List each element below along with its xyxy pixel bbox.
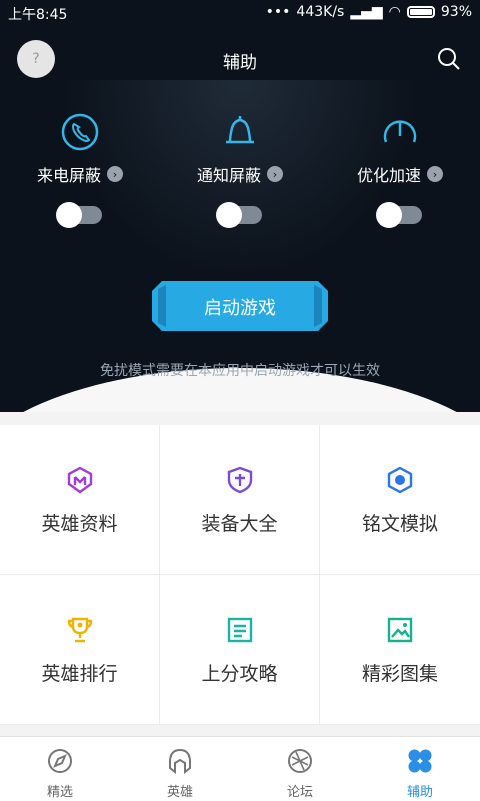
app-header: ? 辅助 bbox=[0, 26, 480, 90]
grid-item-label: 装备大全 bbox=[201, 513, 278, 535]
wifi-icon: ◠ bbox=[388, 4, 401, 20]
battery-percent: 93% bbox=[440, 4, 472, 20]
grid-item-label: 精彩图集 bbox=[361, 663, 438, 685]
feature-optimize-boost: 优化加速 › bbox=[330, 112, 470, 228]
tab-forum[interactable]: 论坛 bbox=[240, 737, 360, 801]
grid-item-label: 英雄资料 bbox=[41, 513, 118, 535]
gallery-icon bbox=[387, 617, 413, 643]
grid-item-equipment[interactable]: 装备大全 bbox=[160, 425, 320, 575]
chevron-right-icon: › bbox=[107, 166, 123, 182]
grid-item-gallery[interactable]: 精彩图集 bbox=[320, 575, 480, 725]
feature-call-block: 来电屏蔽 › bbox=[10, 112, 150, 228]
call-block-toggle[interactable] bbox=[56, 202, 102, 228]
feature-label-text: 优化加速 bbox=[356, 166, 421, 185]
forum-icon bbox=[288, 749, 312, 773]
page-title: 辅助 bbox=[223, 53, 257, 73]
speed-gauge-icon bbox=[383, 120, 417, 143]
chevron-right-icon: › bbox=[427, 166, 443, 182]
grid-item-label: 铭文模拟 bbox=[361, 513, 438, 535]
grid-item-rank-guide[interactable]: 上分攻略 bbox=[160, 575, 320, 725]
tab-label: 精选 bbox=[46, 785, 73, 800]
status-time: 上午8:45 bbox=[8, 7, 68, 23]
tab-heroes[interactable]: 英雄 bbox=[120, 737, 240, 801]
tab-assist[interactable]: 辅助 bbox=[360, 737, 480, 801]
feature-label[interactable]: 优化加速 › bbox=[330, 162, 470, 186]
tab-label: 论坛 bbox=[286, 785, 313, 800]
helmet-icon bbox=[169, 748, 191, 775]
feature-label-text: 来电屏蔽 bbox=[36, 166, 101, 185]
notification-block-toggle[interactable] bbox=[216, 202, 262, 228]
grid-clover-icon bbox=[408, 749, 432, 773]
hero-helmet-icon bbox=[67, 466, 92, 494]
launch-game-label: 启动游戏 bbox=[204, 298, 276, 319]
trophy-icon bbox=[67, 617, 92, 643]
feature-label-text: 通知屏蔽 bbox=[196, 166, 261, 185]
bell-icon bbox=[226, 116, 254, 144]
tab-label: 英雄 bbox=[166, 785, 193, 800]
feature-label[interactable]: 通知屏蔽 › bbox=[170, 162, 310, 186]
compass-icon bbox=[48, 749, 72, 773]
document-icon bbox=[227, 617, 252, 643]
signal-icon: ▂▄▆ bbox=[350, 4, 383, 20]
phone-icon bbox=[61, 113, 99, 151]
tab-featured[interactable]: 精选 bbox=[0, 737, 120, 801]
feature-notification-block: 通知屏蔽 › bbox=[170, 112, 310, 228]
optimize-boost-toggle[interactable] bbox=[376, 202, 422, 228]
launch-game-button[interactable]: 启动游戏 bbox=[152, 281, 328, 331]
status-network-speed: 443K/s bbox=[296, 4, 345, 20]
launch-note: 免扰模式需要在本应用中启动游戏才可以生效 bbox=[100, 363, 380, 379]
grid-item-hero-info[interactable]: 英雄资料 bbox=[0, 425, 160, 575]
bottom-navigation: 精选 英雄 论坛 辅助 bbox=[0, 736, 480, 801]
feature-label[interactable]: 来电屏蔽 › bbox=[10, 162, 150, 186]
search-icon[interactable] bbox=[436, 46, 462, 72]
status-bar: 上午8:45 ••• 443K/s ▂▄▆ ◠ 93% bbox=[0, 0, 480, 26]
grid-item-label: 上分攻略 bbox=[201, 663, 278, 685]
hexagon-gem-icon bbox=[387, 466, 413, 494]
grid-item-inscription[interactable]: 铭文模拟 bbox=[320, 425, 480, 575]
tab-label: 辅助 bbox=[406, 785, 433, 800]
grid-item-label: 英雄排行 bbox=[41, 663, 118, 685]
shield-cross-icon bbox=[227, 466, 252, 494]
tools-grid: 英雄资料 装备大全 铭文模拟 英雄排行 上分攻略 精彩图集 bbox=[0, 425, 480, 725]
status-dots: ••• bbox=[265, 4, 291, 20]
status-right: ••• 443K/s ▂▄▆ ◠ 93% bbox=[266, 4, 472, 20]
chevron-right-icon: › bbox=[267, 166, 283, 182]
battery-icon bbox=[406, 6, 435, 18]
grid-item-hero-ranking[interactable]: 英雄排行 bbox=[0, 575, 160, 725]
hero-panel: 上午8:45 ••• 443K/s ▂▄▆ ◠ 93% ? 辅助 来电屏蔽 › 通 bbox=[0, 0, 480, 412]
